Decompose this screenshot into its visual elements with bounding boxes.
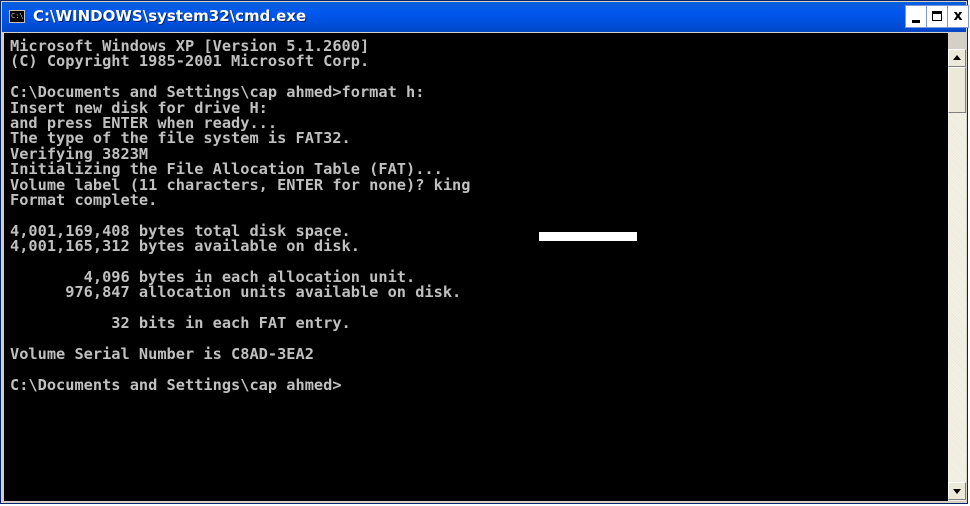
console-line: 4,001,165,312 bytes available on disk.: [10, 237, 360, 256]
scrollbar-cap: [948, 33, 966, 49]
minimize-button[interactable]: [905, 5, 927, 28]
console-line: Format complete.: [10, 190, 158, 209]
console-line: C:\Documents and Settings\cap ahmed>: [10, 375, 342, 394]
redaction-bar: [539, 232, 637, 241]
window-title: C:\WINDOWS\system32\cmd.exe: [33, 7, 307, 25]
title-bar[interactable]: C:\ C:\WINDOWS\system32\cmd.exe x: [2, 2, 969, 32]
arrow-down-icon: [953, 489, 961, 494]
console-line: 976,847 allocation units available on di…: [10, 283, 462, 302]
minimize-icon: [912, 20, 920, 23]
scrollbar-thumb[interactable]: [948, 67, 966, 113]
maximize-button[interactable]: [926, 5, 948, 28]
scroll-down-button[interactable]: [948, 482, 966, 500]
console-line: (C) Copyright 1985-2001 Microsoft Corp.: [10, 52, 370, 71]
cmd-window: C:\ C:\WINDOWS\system32\cmd.exe x Micros…: [0, 0, 969, 504]
scroll-up-button[interactable]: [948, 49, 966, 67]
close-icon: x: [953, 8, 963, 24]
console-line: 32 bits in each FAT entry.: [10, 314, 351, 333]
console-output[interactable]: Microsoft Windows XP [Version 5.1.2600](…: [4, 33, 948, 501]
arrow-up-icon: [953, 55, 961, 60]
close-button[interactable]: x: [947, 5, 969, 28]
console-text: Microsoft Windows XP [Version 5.1.2600](…: [10, 38, 470, 394]
console-line: Volume Serial Number is C8AD-3EA2: [10, 344, 314, 363]
maximize-icon: [932, 11, 942, 21]
vertical-scrollbar[interactable]: [948, 33, 966, 501]
cmd-icon[interactable]: C:\: [9, 10, 25, 23]
